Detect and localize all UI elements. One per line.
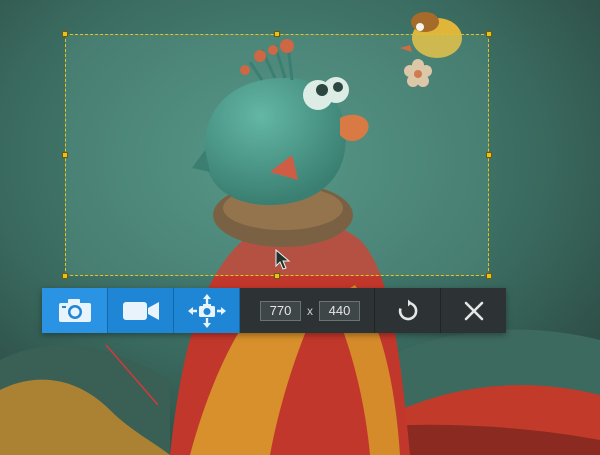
resize-handle-top-left[interactable] — [62, 31, 68, 37]
resize-handle-bottom-left[interactable] — [62, 273, 68, 279]
capture-size-group: 770 x 440 — [240, 288, 374, 333]
video-camera-icon — [122, 301, 159, 320]
height-field[interactable]: 440 — [319, 300, 360, 321]
screenshot-button[interactable] — [42, 288, 108, 333]
redo-button[interactable] — [374, 288, 440, 333]
capture-toolbar: 770 x 440 — [42, 288, 506, 333]
resize-handle-left[interactable] — [62, 152, 68, 158]
resize-handle-bottom-right[interactable] — [486, 273, 492, 279]
move-capture-button[interactable] — [174, 288, 240, 333]
record-video-button[interactable] — [108, 288, 174, 333]
resize-handle-top-right[interactable] — [486, 31, 492, 37]
resize-handle-bottom[interactable] — [274, 273, 280, 279]
resize-handle-right[interactable] — [486, 152, 492, 158]
times-symbol: x — [307, 303, 313, 318]
close-button[interactable] — [440, 288, 506, 333]
resize-handle-top[interactable] — [274, 31, 280, 37]
move-arrows-icon — [187, 293, 226, 328]
width-field[interactable]: 770 — [260, 300, 301, 321]
redo-icon — [398, 299, 417, 320]
close-icon — [464, 301, 483, 320]
capture-selection-area[interactable] — [62, 31, 492, 279]
camera-icon — [58, 298, 91, 322]
